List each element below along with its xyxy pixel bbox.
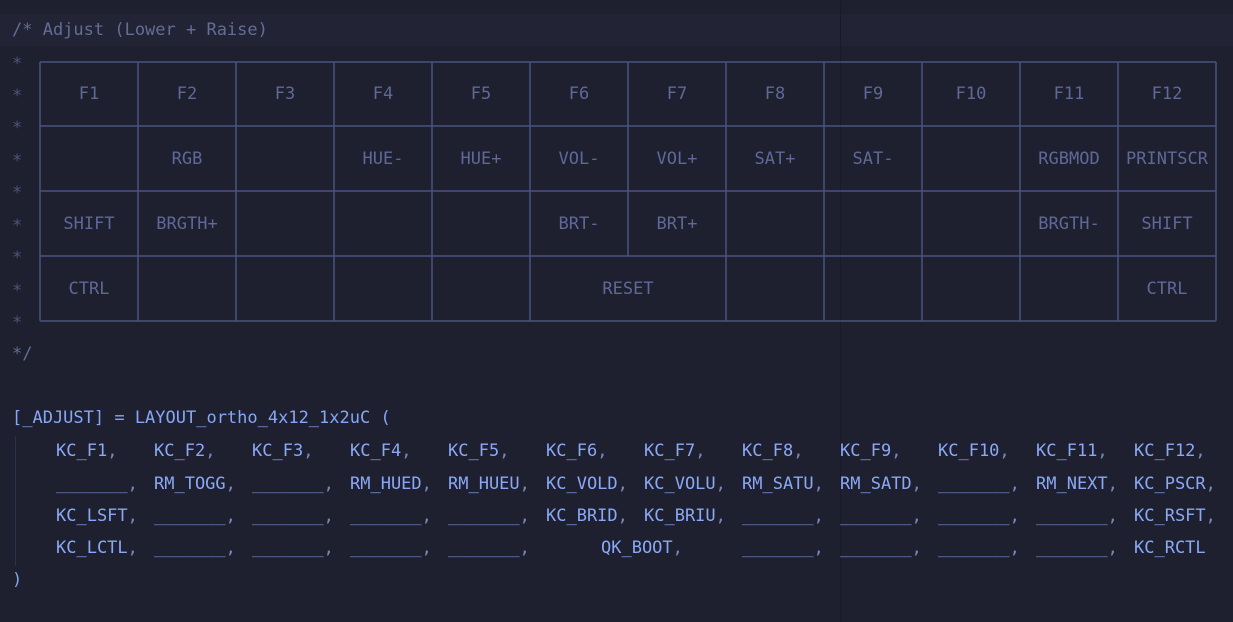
keycode-token: _______,	[448, 538, 530, 558]
keycode-token: KC_F5,	[448, 441, 510, 461]
keycode-token: KC_F10,	[938, 441, 1010, 461]
keycode-token: RM_SATD,	[840, 474, 922, 494]
keycode-token: _______,	[840, 506, 922, 526]
key-label: F10	[955, 84, 987, 104]
keycode-token: _______,	[252, 474, 334, 494]
keycode-token: KC_VOLD,	[546, 474, 628, 494]
key-label: SHIFT	[63, 214, 115, 234]
keycode-token: KC_F9,	[840, 441, 902, 461]
keycode-token: KC_BRID,	[546, 506, 628, 526]
keycode-token: _______,	[840, 538, 922, 558]
key-label: RGB	[171, 149, 203, 169]
keycode-token: _______,	[56, 474, 138, 494]
keycode-token: KC_F12,	[1134, 441, 1206, 461]
key-label: BRGTH-	[1038, 214, 1100, 234]
key-label: BRT-	[558, 214, 600, 234]
key-label: F6	[568, 84, 590, 104]
footer-comment: */	[12, 344, 33, 364]
keycode-token: RM_SATU,	[742, 474, 824, 494]
keycode-token: KC_LCTL,	[56, 538, 138, 558]
indent-guide	[15, 436, 16, 566]
keycode-token: KC_F3,	[252, 441, 314, 461]
keycode-token: _______,	[350, 538, 432, 558]
key-label: F1	[78, 84, 100, 104]
key-label: F2	[176, 84, 198, 104]
keycode-token: KC_VOLU,	[644, 474, 726, 494]
keycode-token: KC_F4,	[350, 441, 412, 461]
keycode-token: KC_RSFT,	[1134, 506, 1216, 526]
key-label: SAT+	[754, 149, 796, 169]
key-label: BRT+	[656, 214, 698, 234]
key-label: SHIFT	[1141, 214, 1193, 234]
key-label: VOL-	[558, 149, 600, 169]
key-label: PRINTSCR	[1126, 149, 1208, 169]
key-label: F12	[1151, 84, 1183, 104]
key-label: HUE-	[362, 149, 404, 169]
keycode-token: _______,	[1036, 538, 1118, 558]
keycode-token: _______,	[448, 506, 530, 526]
keycode-token: _______,	[154, 506, 236, 526]
key-label: F7	[666, 84, 688, 104]
key-label: VOL+	[656, 149, 698, 169]
closing-paren: )	[12, 570, 23, 590]
keycode-token: KC_RCTL	[1134, 538, 1206, 558]
keycode-token: _______,	[938, 506, 1020, 526]
keycode-token: KC_BRIU,	[644, 506, 726, 526]
key-label: CTRL	[1146, 279, 1188, 299]
keycode-token: _______,	[1036, 506, 1118, 526]
keycode-token: _______,	[742, 538, 824, 558]
key-label: F11	[1053, 84, 1085, 104]
key-label: BRGTH+	[156, 214, 218, 234]
keycode-token: KC_F1,	[56, 441, 118, 461]
keycode-token: _______,	[938, 538, 1020, 558]
key-label: F9	[862, 84, 884, 104]
keycode-token: RM_HUEU,	[448, 474, 530, 494]
keycode-token: KC_F6,	[546, 441, 608, 461]
keycode-token: KC_F8,	[742, 441, 804, 461]
key-label: F8	[764, 84, 786, 104]
key-label: F4	[372, 84, 394, 104]
keycode-token: _______,	[742, 506, 824, 526]
keycode-token: QK_BOOT,	[601, 538, 683, 558]
key-label: RGBMOD	[1038, 149, 1100, 169]
keycode-token: KC_LSFT,	[56, 506, 138, 526]
keycode-token: KC_F2,	[154, 441, 216, 461]
keycode-token: RM_TOGG,	[154, 474, 236, 494]
key-label: RESET	[602, 279, 654, 299]
layout-declaration: [_ADJUST] = LAYOUT_ortho_4x12_1x2uC (	[12, 408, 391, 428]
key-label: CTRL	[68, 279, 110, 299]
keycode-token: _______,	[938, 474, 1020, 494]
key-label: SAT-	[852, 149, 894, 169]
keycode-token: KC_PSCR,	[1134, 474, 1216, 494]
key-label: HUE+	[460, 149, 502, 169]
keycode-token: KC_F7,	[644, 441, 706, 461]
keycode-token: RM_HUED,	[350, 474, 432, 494]
keycode-token: RM_NEXT,	[1036, 474, 1118, 494]
key-label: F5	[470, 84, 492, 104]
keycode-token: KC_F11,	[1036, 441, 1108, 461]
keycode-token: _______,	[154, 538, 236, 558]
key-label: F3	[274, 84, 296, 104]
keycode-token: _______,	[252, 506, 334, 526]
keycode-token: _______,	[350, 506, 432, 526]
keycode-token: _______,	[252, 538, 334, 558]
